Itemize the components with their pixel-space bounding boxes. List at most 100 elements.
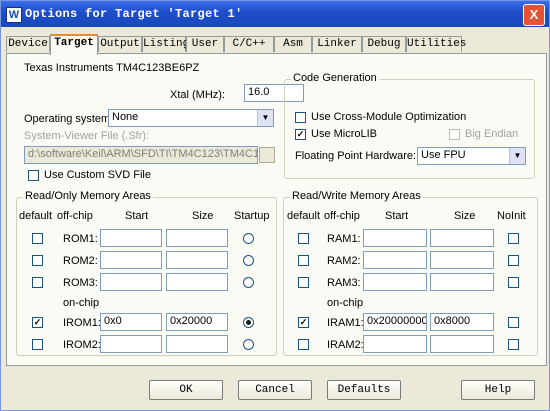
ram1-size-input[interactable]: [430, 229, 494, 247]
irom1-default-checkbox[interactable]: ✓: [32, 317, 43, 328]
ram3-default-checkbox[interactable]: [298, 277, 309, 288]
options-dialog: W Options for Target 'Target 1' X Device…: [0, 0, 550, 411]
xtal-label: Xtal (MHz):: [170, 89, 225, 101]
target-tab-panel: Texas Instruments TM4C123BE6PZ Xtal (MHz…: [6, 53, 547, 366]
iram1-start-input[interactable]: 0x20000000: [363, 313, 427, 331]
big-endian-label: Big Endian: [465, 128, 519, 140]
tab-user[interactable]: User: [186, 36, 224, 52]
window-title: Options for Target 'Target 1': [25, 7, 243, 21]
app-icon: W: [6, 7, 22, 23]
os-select[interactable]: None ▼: [108, 109, 274, 127]
fp-hardware-label: Floating Point Hardware:: [295, 150, 417, 162]
rw-header-default: default: [287, 210, 321, 222]
irom2-label: IROM2:: [63, 339, 101, 351]
svd-browse-button: [259, 147, 275, 163]
ram2-label: RAM2:: [327, 255, 361, 267]
radio-selected-dot: [246, 320, 251, 325]
cancel-button[interactable]: Cancel: [238, 380, 312, 400]
tab-utilities[interactable]: Utilities: [406, 36, 466, 52]
rom1-label: ROM1:: [63, 233, 98, 245]
iram2-size-input[interactable]: [430, 335, 494, 353]
chevron-down-icon: ▼: [509, 148, 525, 164]
custom-svd-label: Use Custom SVD File: [44, 169, 151, 181]
ram3-start-input[interactable]: [363, 273, 427, 291]
readonly-memory-group: Read/Only Memory Areas default off-chip …: [16, 190, 277, 356]
irom1-label: IROM1:: [63, 317, 101, 329]
rw-header-start: Start: [385, 210, 409, 222]
rom2-startup-radio[interactable]: [243, 255, 254, 266]
iram1-size-input[interactable]: 0x8000: [430, 313, 494, 331]
rw-header-size: Size: [454, 210, 476, 222]
rom2-default-checkbox[interactable]: [32, 255, 43, 266]
cross-module-label: Use Cross-Module Optimization: [311, 111, 467, 123]
title-bar[interactable]: W Options for Target 'Target 1' X: [1, 1, 549, 27]
os-label: Operating system:: [24, 113, 114, 125]
irom1-startup-radio[interactable]: [243, 317, 254, 328]
ram1-noinit-checkbox[interactable]: [508, 233, 519, 244]
irom1-start-input[interactable]: 0x0: [100, 313, 162, 331]
rom1-start-input[interactable]: [100, 229, 162, 247]
tab-listing[interactable]: Listing: [142, 36, 189, 52]
chevron-down-icon: ▼: [257, 110, 273, 126]
code-generation-title: Code Generation: [291, 72, 379, 84]
cross-module-checkbox[interactable]: [295, 112, 306, 123]
rom2-label: ROM2:: [63, 255, 98, 267]
ram1-start-input[interactable]: [363, 229, 427, 247]
close-button[interactable]: X: [523, 4, 545, 26]
tab-linker[interactable]: Linker: [312, 36, 362, 52]
ram2-size-input[interactable]: [430, 251, 494, 269]
ro-header-start: Start: [125, 210, 149, 222]
ram2-start-input[interactable]: [363, 251, 427, 269]
tab-output[interactable]: Output: [98, 36, 142, 52]
ro-header-startup: Startup: [234, 210, 270, 222]
iram2-label: IRAM2:: [327, 339, 364, 351]
ram3-size-input[interactable]: [430, 273, 494, 291]
microlib-checkbox[interactable]: ✓: [295, 129, 306, 140]
help-button[interactable]: Help: [461, 380, 535, 400]
tab-target[interactable]: Target: [50, 34, 98, 55]
microlib-label: Use MicroLIB: [311, 128, 378, 140]
iram2-start-input[interactable]: [363, 335, 427, 353]
rom1-default-checkbox[interactable]: [32, 233, 43, 244]
irom2-startup-radio[interactable]: [243, 339, 254, 350]
rom3-startup-radio[interactable]: [243, 277, 254, 288]
iram1-label: IRAM1:: [327, 317, 364, 329]
tab-asm[interactable]: Asm: [274, 36, 312, 52]
rom1-startup-radio[interactable]: [243, 233, 254, 244]
readwrite-memory-group: Read/Write Memory Areas default off-chip…: [283, 190, 538, 356]
rom3-size-input[interactable]: [166, 273, 228, 291]
ro-header-default: default: [19, 210, 53, 222]
ok-button[interactable]: OK: [149, 380, 223, 400]
readwrite-memory-title: Read/Write Memory Areas: [290, 190, 423, 202]
ram2-noinit-checkbox[interactable]: [508, 255, 519, 266]
irom2-default-checkbox[interactable]: [32, 339, 43, 350]
ram3-label: RAM3:: [327, 277, 361, 289]
fp-hardware-select[interactable]: Use FPU ▼: [417, 147, 526, 165]
iram2-default-checkbox[interactable]: [298, 339, 309, 350]
ram3-noinit-checkbox[interactable]: [508, 277, 519, 288]
rom1-size-input[interactable]: [166, 229, 228, 247]
ro-header-size: Size: [192, 210, 214, 222]
custom-svd-checkbox[interactable]: [28, 170, 39, 181]
readonly-memory-title: Read/Only Memory Areas: [23, 190, 153, 202]
rom3-start-input[interactable]: [100, 273, 162, 291]
tab-device[interactable]: Device: [6, 36, 50, 52]
tab-debug[interactable]: Debug: [362, 36, 406, 52]
device-name: Texas Instruments TM4C123BE6PZ: [24, 62, 200, 74]
ram1-default-checkbox[interactable]: [298, 233, 309, 244]
iram1-default-checkbox[interactable]: ✓: [298, 317, 309, 328]
defaults-button[interactable]: Defaults: [327, 380, 401, 400]
irom1-size-input[interactable]: 0x20000: [166, 313, 228, 331]
svd-label: System-Viewer File (.Sfr):: [24, 130, 150, 142]
rom2-start-input[interactable]: [100, 251, 162, 269]
rom2-size-input[interactable]: [166, 251, 228, 269]
iram1-noinit-checkbox[interactable]: [508, 317, 519, 328]
iram2-noinit-checkbox[interactable]: [508, 339, 519, 350]
ram2-default-checkbox[interactable]: [298, 255, 309, 266]
rom3-label: ROM3:: [63, 277, 98, 289]
irom2-start-input[interactable]: [100, 335, 162, 353]
rom3-default-checkbox[interactable]: [32, 277, 43, 288]
irom2-size-input[interactable]: [166, 335, 228, 353]
ro-onchip-label: on-chip: [63, 297, 100, 309]
tab-c-cpp[interactable]: C/C++: [224, 36, 274, 52]
